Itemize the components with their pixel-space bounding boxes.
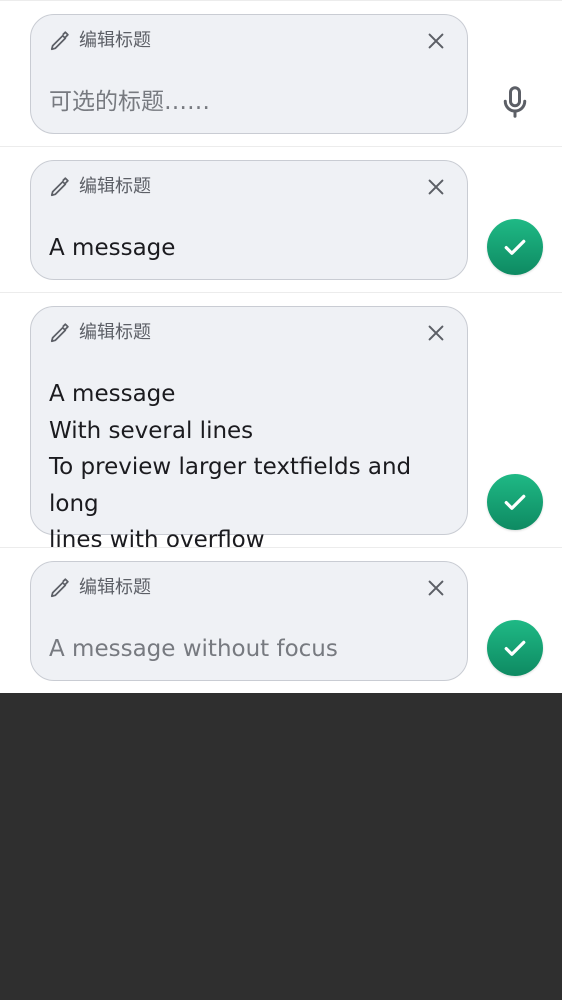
message-input-card[interactable]: 编辑标题 A message (30, 160, 468, 280)
title-input-placeholder[interactable]: 可选的标题…… (49, 84, 453, 121)
card-header: 编辑标题 (49, 576, 151, 600)
pencil-icon (50, 31, 69, 51)
header-label: 编辑标题 (79, 176, 151, 197)
input-row: 编辑标题 A message without focus (0, 547, 562, 693)
checkmark-icon (504, 494, 526, 510)
checkmark-icon (504, 239, 526, 255)
checkmark-icon (504, 640, 526, 656)
header-label: 编辑标题 (79, 30, 151, 51)
message-input-text[interactable]: A message (49, 230, 453, 267)
close-icon[interactable] (425, 577, 447, 599)
input-row: 编辑标题 可选的标题…… (0, 0, 562, 147)
header-label: 编辑标题 (79, 322, 151, 343)
confirm-button[interactable] (487, 620, 543, 676)
empty-area (0, 693, 562, 1000)
confirm-button[interactable] (487, 474, 543, 530)
confirm-button[interactable] (487, 219, 543, 275)
card-header: 编辑标题 (49, 29, 151, 53)
unfocused-input-text[interactable]: A message without focus (49, 631, 453, 668)
header-label: 编辑标题 (79, 577, 151, 598)
input-row: 编辑标题 A message (0, 146, 562, 293)
close-icon[interactable] (425, 322, 447, 344)
input-row: 编辑标题 A message With several lines To pre… (0, 292, 562, 553)
card-header: 编辑标题 (49, 321, 151, 345)
microphone-icon[interactable] (497, 84, 533, 120)
pencil-icon (50, 323, 69, 343)
preview-panel: 编辑标题 可选的标题…… 编辑标题 A message 编辑标题 A messa… (0, 0, 562, 693)
multiline-input-card[interactable]: 编辑标题 A message With several lines To pre… (30, 306, 468, 553)
pencil-icon (50, 578, 69, 598)
title-input-card[interactable]: 编辑标题 可选的标题…… (30, 14, 468, 134)
close-icon[interactable] (425, 30, 447, 52)
close-icon[interactable] (425, 176, 447, 198)
multiline-input-text[interactable]: A message With several lines To preview … (49, 376, 453, 559)
card-header: 编辑标题 (49, 175, 151, 199)
pencil-icon (50, 177, 69, 197)
unfocused-input-card[interactable]: 编辑标题 A message without focus (30, 561, 468, 681)
